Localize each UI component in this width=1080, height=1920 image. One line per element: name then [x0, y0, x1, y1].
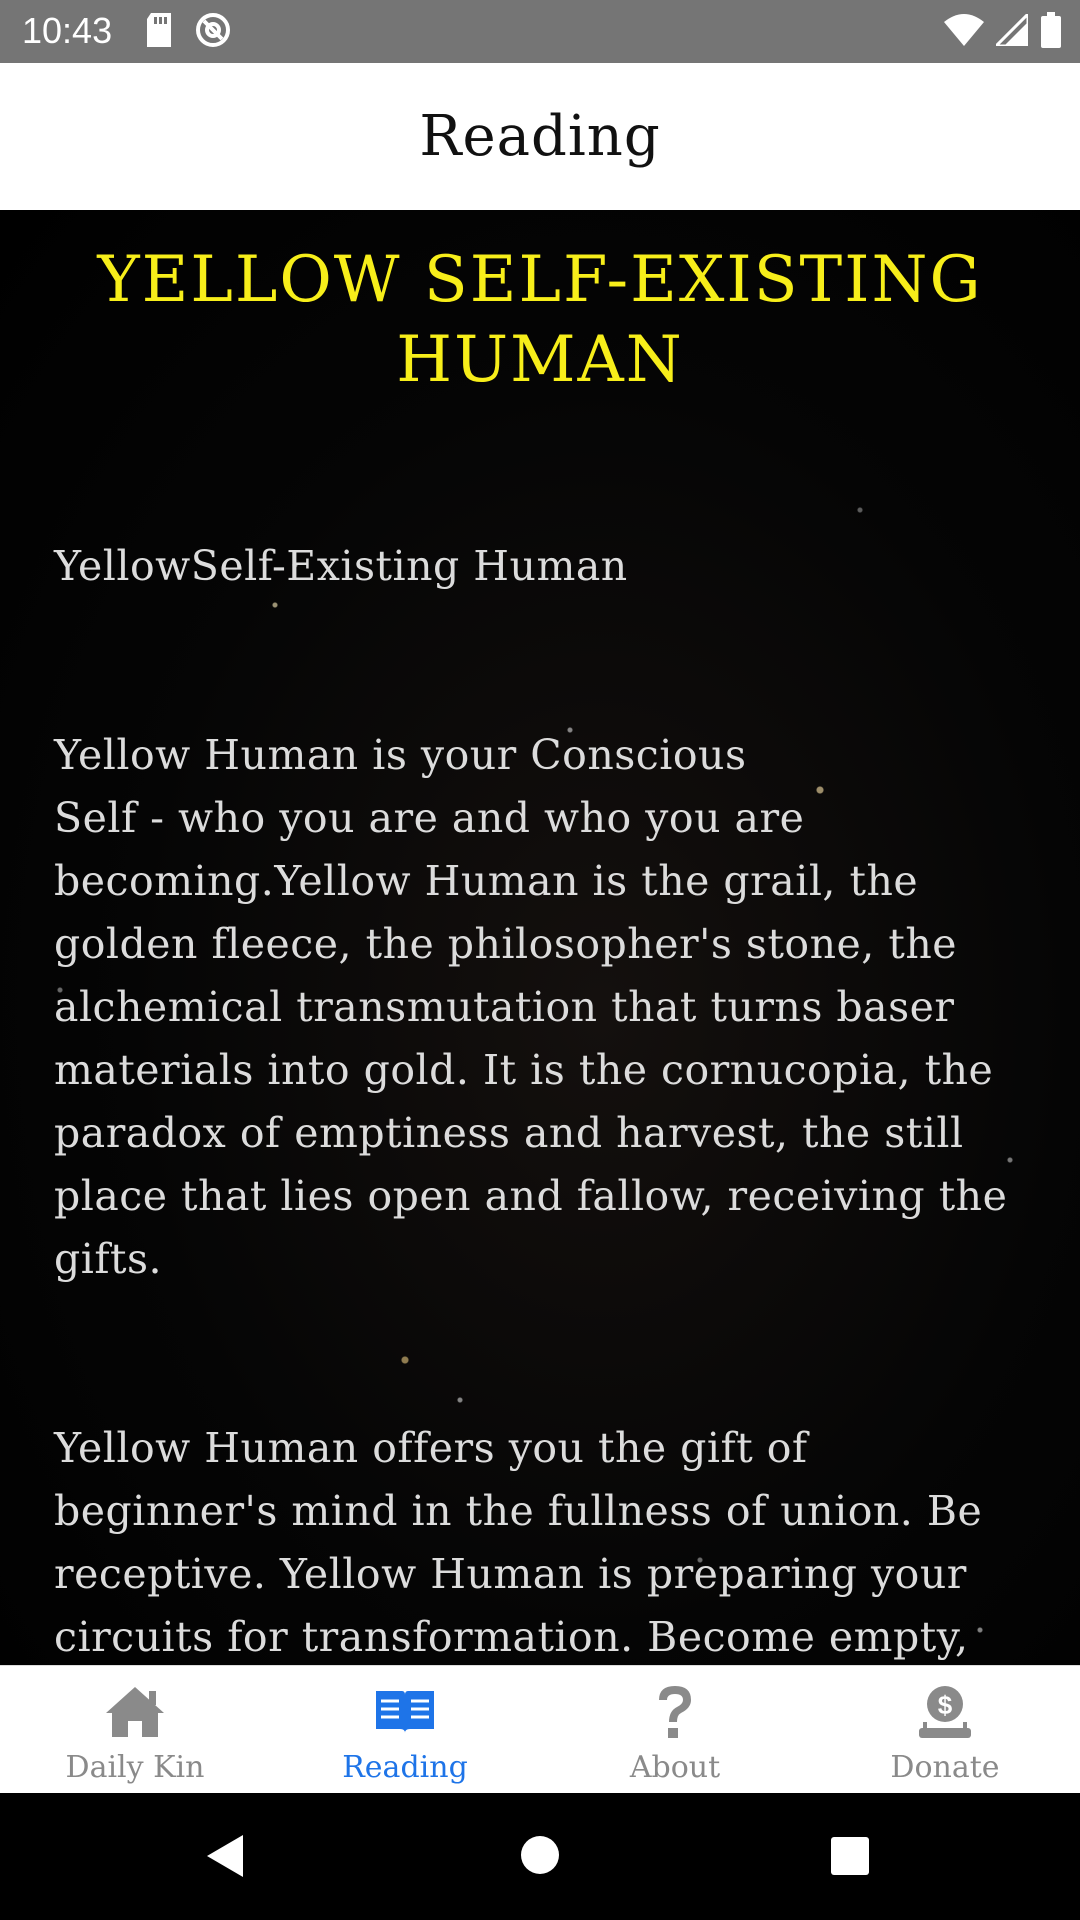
- svg-text:$: $: [938, 1690, 953, 1720]
- nav-item-reading[interactable]: Reading: [270, 1666, 540, 1794]
- reading-paragraph: YellowSelf-Existing Human: [54, 542, 628, 590]
- nav-label: About: [629, 1750, 721, 1785]
- nav-item-donate[interactable]: $ Donate: [810, 1666, 1080, 1794]
- nav-label: Reading: [342, 1750, 468, 1785]
- nav-item-daily-kin[interactable]: Daily Kin: [0, 1666, 270, 1794]
- battery-icon: [1040, 11, 1062, 53]
- reading-paragraph: Yellow Human is your Conscious Self - wh…: [54, 731, 1008, 1283]
- question-mark-icon: [642, 1684, 708, 1740]
- reading-title: YELLOW SELF-EXISTING HUMAN: [97, 243, 983, 397]
- reading-body: YellowSelf-Existing Human Yellow Human i…: [54, 472, 1036, 1665]
- status-bar: 10:43: [0, 0, 1080, 63]
- nav-item-about[interactable]: About: [540, 1666, 810, 1794]
- recents-icon[interactable]: [830, 1836, 870, 1880]
- cell-signal-icon: [992, 9, 1030, 51]
- system-navigation-bar: [0, 1793, 1080, 1920]
- bottom-navigation: Daily Kin Reading About $ Donate: [0, 1665, 1080, 1794]
- home-icon: [102, 1684, 168, 1740]
- status-time: 10:43: [22, 10, 113, 51]
- back-icon[interactable]: [205, 1833, 245, 1883]
- do-not-disturb-icon: [195, 12, 231, 53]
- nav-label: Donate: [890, 1750, 1000, 1785]
- reading-paragraph: Yellow Human offers you the gift of begi…: [54, 1424, 983, 1661]
- app-bar: Reading: [0, 63, 1080, 211]
- book-open-icon: [372, 1684, 438, 1740]
- wifi-icon: [944, 13, 984, 51]
- sd-card-icon: [145, 12, 173, 52]
- home-circle-icon[interactable]: [520, 1835, 560, 1879]
- reading-content[interactable]: YELLOW SELF-EXISTING HUMAN YellowSelf-Ex…: [0, 210, 1080, 1665]
- page-title: Reading: [419, 104, 661, 169]
- donate-icon: $: [912, 1684, 978, 1740]
- nav-label: Daily Kin: [65, 1750, 205, 1785]
